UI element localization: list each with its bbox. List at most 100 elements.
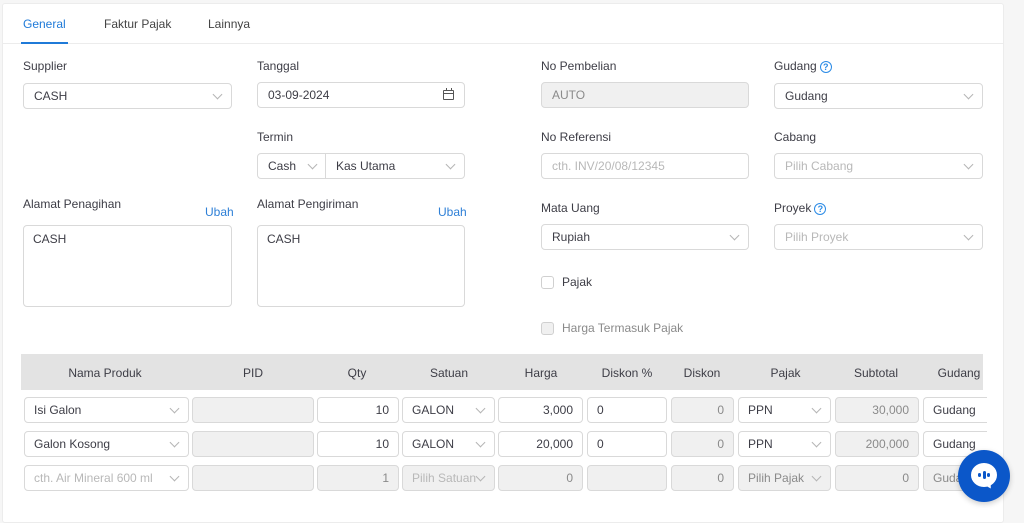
subtotal-value: 0 [835,465,919,491]
termin-account-select[interactable]: Kas Utama [325,153,465,179]
chat-bubble-icon [971,463,997,487]
chevron-down-icon [731,232,739,240]
chevron-down-icon [477,473,485,481]
pid-input [192,431,314,457]
tanggal-value: 03-09-2024 [268,88,330,102]
produk-select[interactable]: Isi Galon [24,397,189,423]
tanggal-datepicker[interactable]: 03-09-2024 [257,82,465,108]
pajak-select[interactable]: PPN [738,397,831,423]
chevron-down-icon [171,473,179,481]
col-subtotal: Subtotal [853,366,899,380]
tab-general[interactable]: General [21,17,68,44]
mata-uang-select[interactable]: Rupiah [541,224,749,250]
chevron-down-icon [965,91,973,99]
tanggal-label: Tanggal [257,59,300,73]
produk-value: Isi Galon [34,403,82,417]
chat-support-button[interactable] [958,450,1010,502]
no-pembelian-input: AUTO [541,82,749,108]
alamat-penagihan-label: Alamat Penagihan [23,197,122,211]
gudang-row-value: Gudang [933,437,976,451]
satuan-select[interactable]: GALON [402,431,495,457]
pajak-checkbox[interactable] [541,275,554,289]
harga-input: 0 [498,465,583,491]
no-referensi-placeholder: cth. INV/20/08/12345 [552,159,665,173]
diskon-pct-input [587,465,667,491]
alamat-pengiriman-label: Alamat Pengiriman [257,197,359,211]
cabang-placeholder: Pilih Cabang [785,159,854,173]
supplier-select[interactable]: CASH [23,83,232,109]
termin-value: Cash [268,159,297,173]
product-table-header: Nama Produk PID Qty Satuan Harga Diskon … [21,354,983,390]
mata-uang-value: Rupiah [552,230,591,244]
qty-input[interactable]: 10 [317,397,399,423]
subtotal-value: 30,000 [835,397,919,423]
proyek-placeholder: Pilih Proyek [785,230,849,244]
col-gudang: Gudang [937,366,981,380]
termin-label: Termin [257,130,294,144]
proyek-select[interactable]: Pilih Proyek [774,224,983,250]
cabang-select[interactable]: Pilih Cabang [774,153,983,179]
chevron-down-icon [813,405,821,413]
harga-input[interactable]: 20,000 [498,431,583,457]
qty-input[interactable]: 10 [317,431,399,457]
mata-uang-label: Mata Uang [541,201,600,215]
col-satuan: Satuan [429,366,469,380]
satuan-placeholder: Pilih Satuan [412,471,477,485]
gudang-row-select[interactable]: Gudang [923,397,987,423]
tab-lainnya[interactable]: Lainnya [208,17,250,31]
col-harga: Harga [524,366,558,380]
termin-select[interactable]: Cash [257,153,327,179]
col-pajak: Pajak [770,366,801,380]
pid-input [192,397,314,423]
diskon-pct-input[interactable]: 0 [587,431,667,457]
produk-select[interactable]: Galon Kosong [24,431,189,457]
satuan-select: Pilih Satuan [402,465,495,491]
harga-termasuk-pajak-checkbox [541,321,554,335]
gudang-label-text: Gudang [774,59,817,73]
no-referensi-label: No Referensi [541,130,612,144]
diskon-input: 0 [671,431,734,457]
ubah-penagihan-link[interactable]: Ubah [205,205,234,219]
pajak-checkbox-row[interactable]: Pajak [541,275,592,289]
pajak-value: PPN [748,437,773,451]
proyek-label-text: Proyek [774,201,812,215]
gudang-select[interactable]: Gudang [774,83,983,109]
tab-faktur-pajak[interactable]: Faktur Pajak [104,17,171,31]
pajak-select[interactable]: PPN [738,431,831,457]
subtotal-value: 200,000 [835,431,919,457]
diskon-input: 0 [671,465,734,491]
ubah-pengiriman-link[interactable]: Ubah [438,205,467,219]
gudang-label: Gudang? [774,59,832,73]
col-nama-produk: Nama Produk [68,366,142,380]
col-qty: Qty [347,366,367,380]
no-pembelian-label: No Pembelian [541,59,617,73]
pajak-placeholder: Pilih Pajak [748,471,805,485]
supplier-label: Supplier [23,59,68,73]
harga-termasuk-pajak-row: Harga Termasuk Pajak [541,321,683,335]
qty-input: 1 [317,465,399,491]
satuan-value: GALON [412,403,455,417]
chevron-down-icon [309,161,317,169]
chevron-down-icon [171,439,179,447]
pajak-select: Pilih Pajak [738,465,831,491]
alamat-pengiriman-textarea[interactable]: CASH [257,225,465,307]
diskon-pct-input[interactable]: 0 [587,397,667,423]
satuan-value: GALON [412,437,455,451]
chevron-down-icon [965,161,973,169]
produk-select[interactable]: cth. Air Mineral 600 ml [24,465,189,491]
help-icon[interactable]: ? [814,203,827,215]
chevron-down-icon [813,473,821,481]
chevron-down-icon [965,232,973,240]
supplier-value: CASH [34,89,68,103]
chevron-down-icon [477,405,485,413]
col-diskon-pct: Diskon % [601,366,653,380]
chevron-down-icon [214,91,222,99]
harga-input[interactable]: 3,000 [498,397,583,423]
no-referensi-input[interactable]: cth. INV/20/08/12345 [541,153,749,179]
calendar-icon[interactable] [443,88,454,100]
satuan-select[interactable]: GALON [402,397,495,423]
gudang-row-value: Gudang [933,403,976,417]
help-icon[interactable]: ? [819,61,832,73]
pid-input [192,465,314,491]
alamat-penagihan-textarea[interactable]: CASH [23,225,232,307]
